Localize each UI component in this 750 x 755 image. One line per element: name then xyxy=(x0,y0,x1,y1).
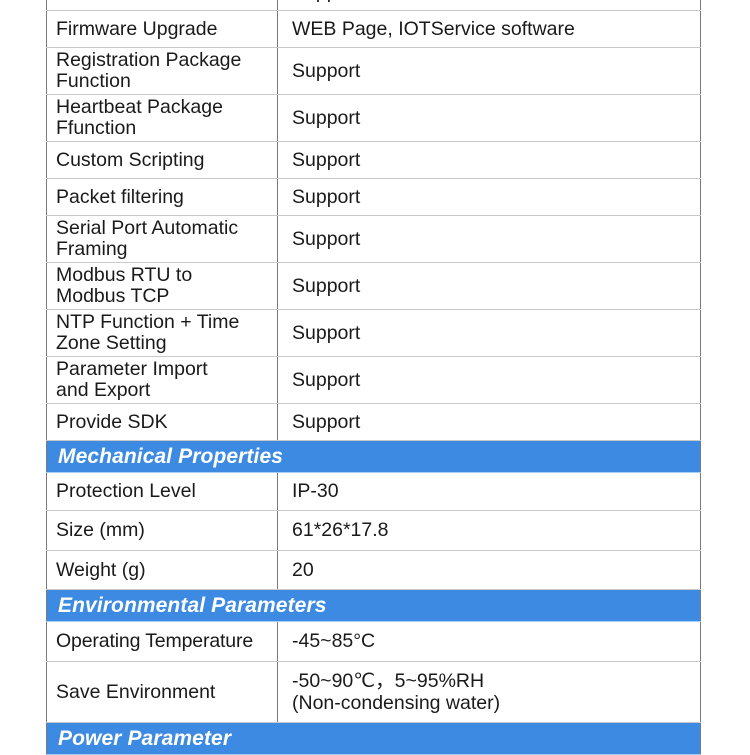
table-row: Weight (g) 20 xyxy=(46,550,701,590)
row-value: WEB Page, IOTService software xyxy=(277,10,701,48)
table-row: Size (mm) 61*26*17.8 xyxy=(46,510,701,551)
row-value: Support xyxy=(277,403,701,441)
row-value: Support xyxy=(277,309,701,357)
row-label xyxy=(46,0,278,11)
section-header-mechanical: Mechanical Properties xyxy=(46,440,701,473)
row-label-line-2: Modbus TCP xyxy=(56,285,170,307)
section-header-label: Environmental Parameters xyxy=(46,589,701,622)
row-label-line-1: Parameter Import xyxy=(56,358,208,380)
row-value: Support xyxy=(277,0,701,11)
row-label: Registration Package Function xyxy=(46,47,278,95)
row-value: -50~90℃，5~95%RH (Non-condensing water) xyxy=(277,661,701,723)
row-value: Support xyxy=(277,215,701,263)
specification-sheet: Support Firmware Upgrade WEB Page, IOTSe… xyxy=(0,0,750,755)
row-label: Serial Port Automatic Framing xyxy=(46,215,278,263)
table-row: Operating Temperature -45~85°C xyxy=(46,621,701,662)
row-value-line-1: -50~90℃，5~95%RH xyxy=(292,670,485,692)
row-value: Support xyxy=(277,141,701,179)
table-row: Heartbeat Package Ffunction Support xyxy=(46,94,701,142)
specification-table: Support Firmware Upgrade WEB Page, IOTSe… xyxy=(46,0,701,755)
row-value: Support xyxy=(277,262,701,310)
row-label: Packet filtering xyxy=(46,178,278,216)
row-value: Support xyxy=(277,47,701,95)
row-label: Size (mm) xyxy=(46,510,278,551)
table-row: NTP Function + Time Zone Setting Support xyxy=(46,309,701,357)
row-value: 61*26*17.8 xyxy=(277,510,701,551)
row-label: NTP Function + Time Zone Setting xyxy=(46,309,278,357)
row-label: Provide SDK xyxy=(46,403,278,441)
row-value-line-2: (Non-condensing water) xyxy=(292,692,501,714)
row-value: IP-30 xyxy=(277,472,701,511)
table-row: Serial Port Automatic Framing Support xyxy=(46,215,701,263)
row-label: Operating Temperature xyxy=(46,621,278,662)
row-label-line-2: Ffunction xyxy=(56,117,137,139)
row-value: Support xyxy=(277,94,701,142)
row-label: Heartbeat Package Ffunction xyxy=(46,94,278,142)
table-row: Parameter Import and Export Support xyxy=(46,356,701,404)
row-label: Protection Level xyxy=(46,472,278,511)
section-header-label: Mechanical Properties xyxy=(46,440,701,473)
row-label-line-1: Modbus RTU to xyxy=(56,264,193,286)
row-label-text: Operating Temperature xyxy=(56,630,254,652)
table-row: Custom Scripting Support xyxy=(46,141,701,179)
row-value: Support xyxy=(277,178,701,216)
row-label-line-1: Heartbeat Package xyxy=(56,96,223,118)
table-row: Firmware Upgrade WEB Page, IOTService so… xyxy=(46,10,701,48)
specification-table-body: Support Firmware Upgrade WEB Page, IOTSe… xyxy=(46,0,701,755)
table-row: Registration Package Function Support xyxy=(46,47,701,95)
table-row: Save Environment -50~90℃，5~95%RH (Non-co… xyxy=(46,661,701,723)
row-label: Modbus RTU to Modbus TCP xyxy=(46,262,278,310)
table-row: Provide SDK Support xyxy=(46,403,701,441)
row-value: -45~85°C xyxy=(277,621,701,662)
table-row: Modbus RTU to Modbus TCP Support xyxy=(46,262,701,310)
row-label-line-1: NTP Function + Time xyxy=(56,311,240,333)
table-row: Support xyxy=(46,0,701,11)
row-label-line-1: Registration Package xyxy=(56,49,242,71)
table-row: Protection Level IP-30 xyxy=(46,472,701,511)
row-label-line-2: Zone Setting xyxy=(56,332,167,354)
table-row: Packet filtering Support xyxy=(46,178,701,216)
row-label-line-2: Framing xyxy=(56,238,128,260)
row-label: Parameter Import and Export xyxy=(46,356,278,404)
row-label: Custom Scripting xyxy=(46,141,278,179)
row-label-line-2: Function xyxy=(56,70,131,92)
row-label-line-1: Serial Port Automatic xyxy=(56,217,239,239)
row-label: Firmware Upgrade xyxy=(46,10,278,48)
row-value: Support xyxy=(277,356,701,404)
section-header-environmental: Environmental Parameters xyxy=(46,589,701,622)
row-label-line-2: and Export xyxy=(56,379,151,401)
row-label: Save Environment xyxy=(46,661,278,723)
row-value: 20 xyxy=(277,550,701,590)
row-label: Weight (g) xyxy=(46,550,278,590)
